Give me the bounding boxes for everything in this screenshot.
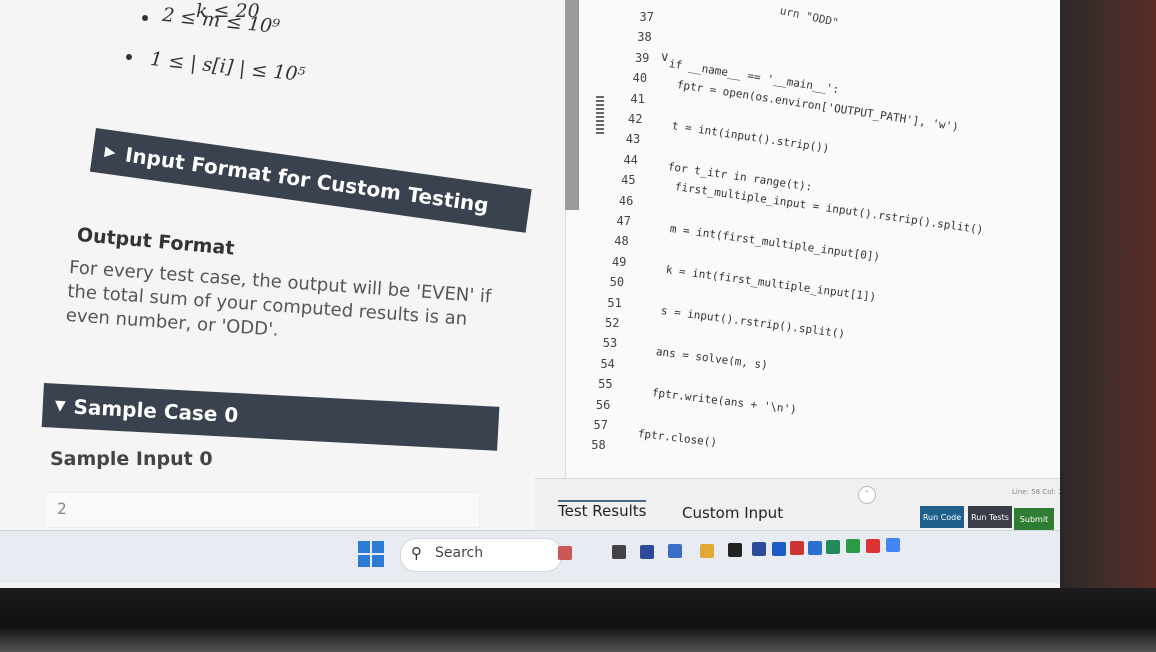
sample-input-title: Sample Input 0 [50, 448, 213, 470]
app-icon-10[interactable] [826, 540, 840, 554]
line-number: 57 [593, 418, 608, 432]
run-tests-button[interactable]: Run Tests [968, 506, 1012, 528]
search-placeholder: Search [435, 545, 484, 561]
app-icon-1[interactable] [558, 546, 572, 560]
app-icon-3[interactable] [640, 544, 654, 559]
line-number: 54 [600, 356, 615, 371]
line-number: 44 [623, 152, 638, 167]
app-icon-11[interactable] [846, 539, 860, 554]
line-number: 38 [637, 30, 652, 45]
line-number: 50 [609, 275, 625, 290]
line-number: 39 [634, 50, 650, 65]
sample-input-value: 2 [57, 499, 67, 518]
triangle-right-icon: ▶ [103, 143, 117, 161]
line-number: 41 [630, 91, 645, 106]
run-code-button[interactable]: Run Code [920, 506, 964, 528]
submit-button[interactable]: Submit [1014, 508, 1054, 530]
app-icon-9[interactable] [808, 540, 822, 555]
app-icon-4[interactable] [668, 544, 682, 559]
search-icon: ⚲ [411, 544, 422, 562]
app-icon-2[interactable] [612, 545, 626, 560]
drag-handle[interactable] [596, 96, 604, 136]
triangle-down-icon: ▼ [54, 397, 67, 415]
line-number: 42 [628, 112, 643, 126]
sample-case-header[interactable]: ▼ Sample Case 0 [41, 383, 500, 451]
cursor-status: Line: 58 Col: 1 [1012, 488, 1063, 496]
browser-icon[interactable] [866, 538, 880, 553]
tab-custom-input[interactable]: Custom Input [682, 504, 783, 522]
taskbar-search[interactable]: ⚲ Search [400, 538, 562, 572]
line-number: 49 [611, 254, 627, 269]
app-icon-7[interactable] [772, 541, 786, 556]
line-number: 52 [605, 316, 620, 330]
tab-test-results[interactable]: Test Results [558, 500, 647, 520]
line-number: 45 [621, 173, 636, 188]
bullet [142, 15, 148, 21]
windows-start-icon[interactable] [358, 541, 384, 567]
line-number: 55 [598, 377, 613, 392]
line-number: 37 [639, 10, 654, 24]
laptop-base [0, 588, 1156, 652]
problem-pane: k ≤ 20 2 ≤ m ≤ 10⁹ 1 ≤ | s[i] | ≤ 10⁵ ▶ … [0, 0, 560, 530]
app-icon-12[interactable] [886, 538, 900, 553]
line-number: 47 [616, 214, 631, 228]
output-format-title: Output Format [76, 224, 236, 260]
line-number: 46 [618, 193, 634, 208]
line-number: 40 [632, 71, 648, 86]
line-number: 53 [602, 336, 618, 351]
editor-scrollbar[interactable] [565, 0, 579, 210]
laptop-screen: k ≤ 20 2 ≤ m ≤ 10⁹ 1 ≤ | s[i] | ≤ 10⁵ ▶ … [0, 0, 1080, 590]
input-format-title: Input Format for Custom Testing [123, 142, 491, 218]
app-icon-8[interactable] [790, 541, 804, 556]
screen-bezel-right [1060, 0, 1156, 652]
sample-case-title: Sample Case 0 [72, 394, 239, 428]
constraint-m: 2 ≤ m ≤ 10⁹ [161, 3, 281, 39]
line-number: 51 [607, 295, 622, 310]
panel-toggle-icon[interactable]: ˆ [858, 486, 876, 504]
app-icon-5[interactable] [728, 543, 742, 557]
output-format-text: For every test case, the output will be … [65, 256, 492, 341]
sample-input-box: 2 [44, 492, 480, 528]
line-number: 43 [625, 132, 641, 147]
input-format-header[interactable]: ▶ Input Format for Custom Testing [89, 128, 532, 233]
line-number: 56 [595, 397, 611, 412]
line-number: 58 [591, 438, 606, 453]
line-number: 48 [614, 234, 629, 249]
folder-icon[interactable] [700, 543, 714, 558]
bullet [126, 54, 132, 60]
constraint-s: 1 ≤ | s[i] | ≤ 10⁵ [149, 47, 307, 87]
app-icon-6[interactable] [752, 542, 766, 557]
